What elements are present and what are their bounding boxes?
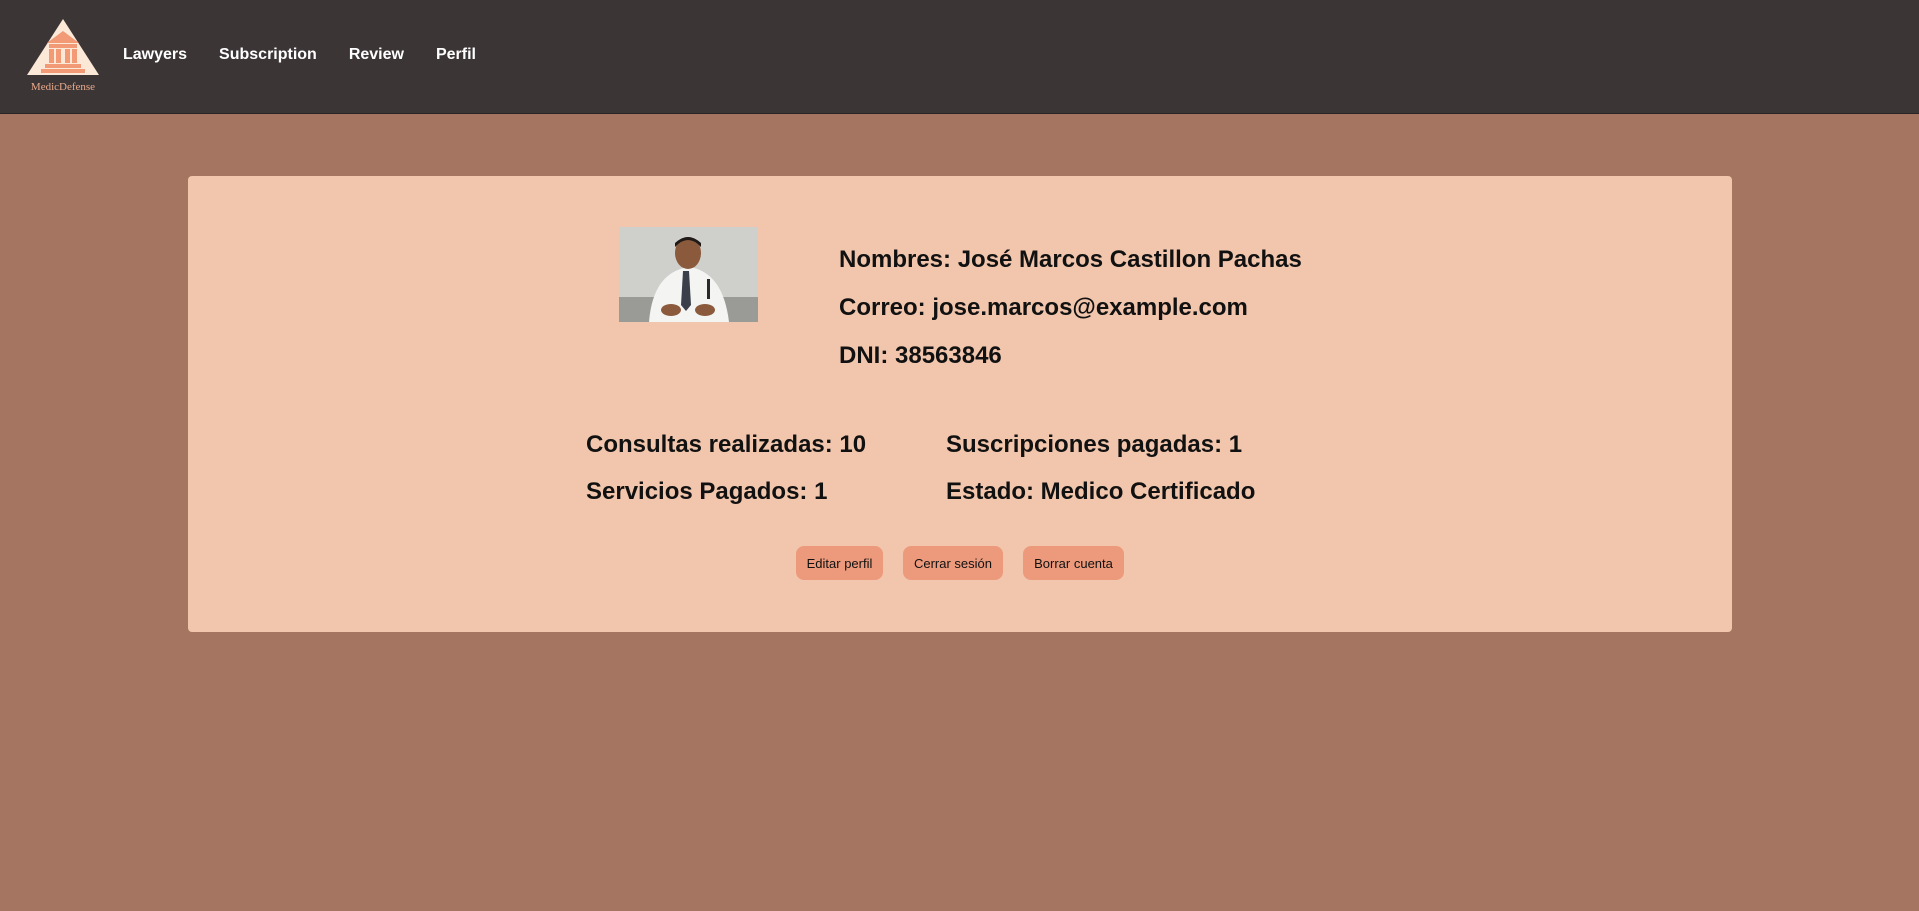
nav-link-subscription[interactable]: Subscription bbox=[219, 46, 317, 64]
delete-account-button[interactable]: Borrar cuenta bbox=[1023, 546, 1124, 580]
logout-button[interactable]: Cerrar sesión bbox=[903, 546, 1003, 580]
profile-name: Nombres: José Marcos Castillon Pachas bbox=[839, 246, 1302, 273]
stat-estado: Estado: Medico Certificado bbox=[946, 478, 1256, 505]
edit-profile-button[interactable]: Editar perfil bbox=[796, 546, 883, 580]
profile-photo bbox=[619, 227, 758, 322]
top-navbar: MedicDefense Lawyers Subscription Review… bbox=[0, 0, 1919, 114]
main-nav: Lawyers Subscription Review Perfil bbox=[123, 0, 508, 109]
profile-card: Nombres: José Marcos Castillon Pachas Co… bbox=[188, 176, 1732, 632]
nav-link-review[interactable]: Review bbox=[349, 46, 404, 64]
nav-link-lawyers[interactable]: Lawyers bbox=[123, 46, 187, 64]
nav-link-perfil[interactable]: Perfil bbox=[436, 46, 476, 64]
brand-name: MedicDefense bbox=[30, 81, 96, 93]
brand-logo[interactable]: MedicDefense bbox=[25, 17, 101, 97]
stat-suscripciones: Suscripciones pagadas: 1 bbox=[946, 431, 1243, 458]
stat-servicios: Servicios Pagados: 1 bbox=[586, 478, 828, 505]
courthouse-logo-icon bbox=[27, 19, 99, 75]
profile-dni: DNI: 38563846 bbox=[839, 342, 1002, 369]
stat-consultas: Consultas realizadas: 10 bbox=[586, 431, 867, 458]
doctor-avatar-icon bbox=[619, 227, 758, 322]
profile-email: Correo: jose.marcos@example.com bbox=[839, 294, 1248, 321]
